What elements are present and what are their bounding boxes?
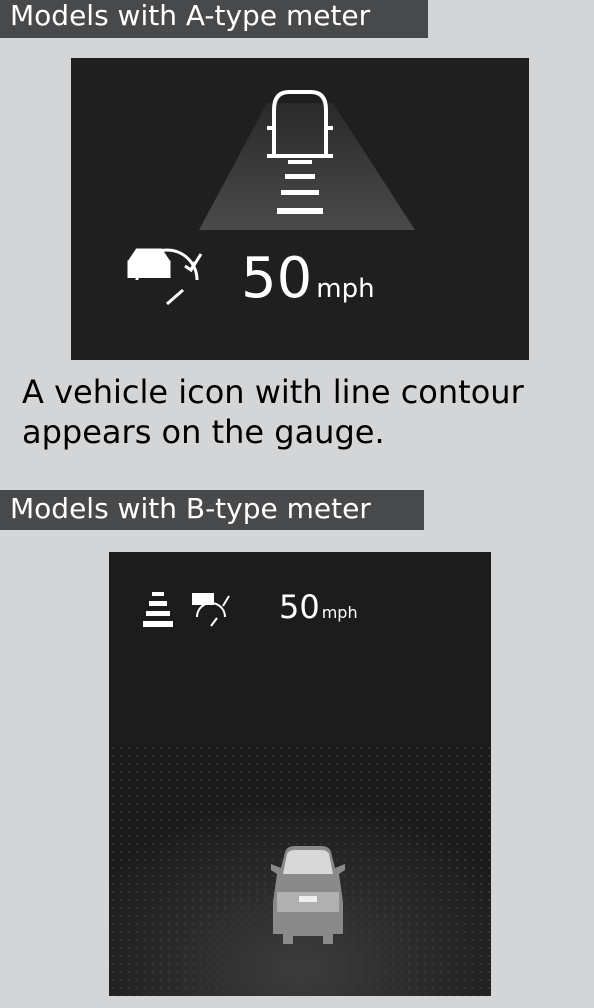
meter-a-display: 50 mph <box>71 58 529 360</box>
section-b-label: Models with B-type meter <box>0 490 424 530</box>
meter-a-graphic <box>127 90 415 306</box>
speed-unit: mph <box>321 603 358 622</box>
set-speed-readout-b: 50 mph <box>279 588 358 626</box>
speed-value: 50 <box>279 588 320 626</box>
speed-value: 50 <box>241 246 313 311</box>
speed-unit: mph <box>316 274 375 304</box>
cruise-control-speedometer-icon <box>127 248 203 306</box>
caption-text: A vehicle icon with line contour appears… <box>22 373 524 451</box>
meter-b-display: 50 mph <box>109 552 491 996</box>
set-speed-readout-a: 50 mph <box>241 246 375 311</box>
section-a-label: Models with A-type meter <box>0 0 428 38</box>
